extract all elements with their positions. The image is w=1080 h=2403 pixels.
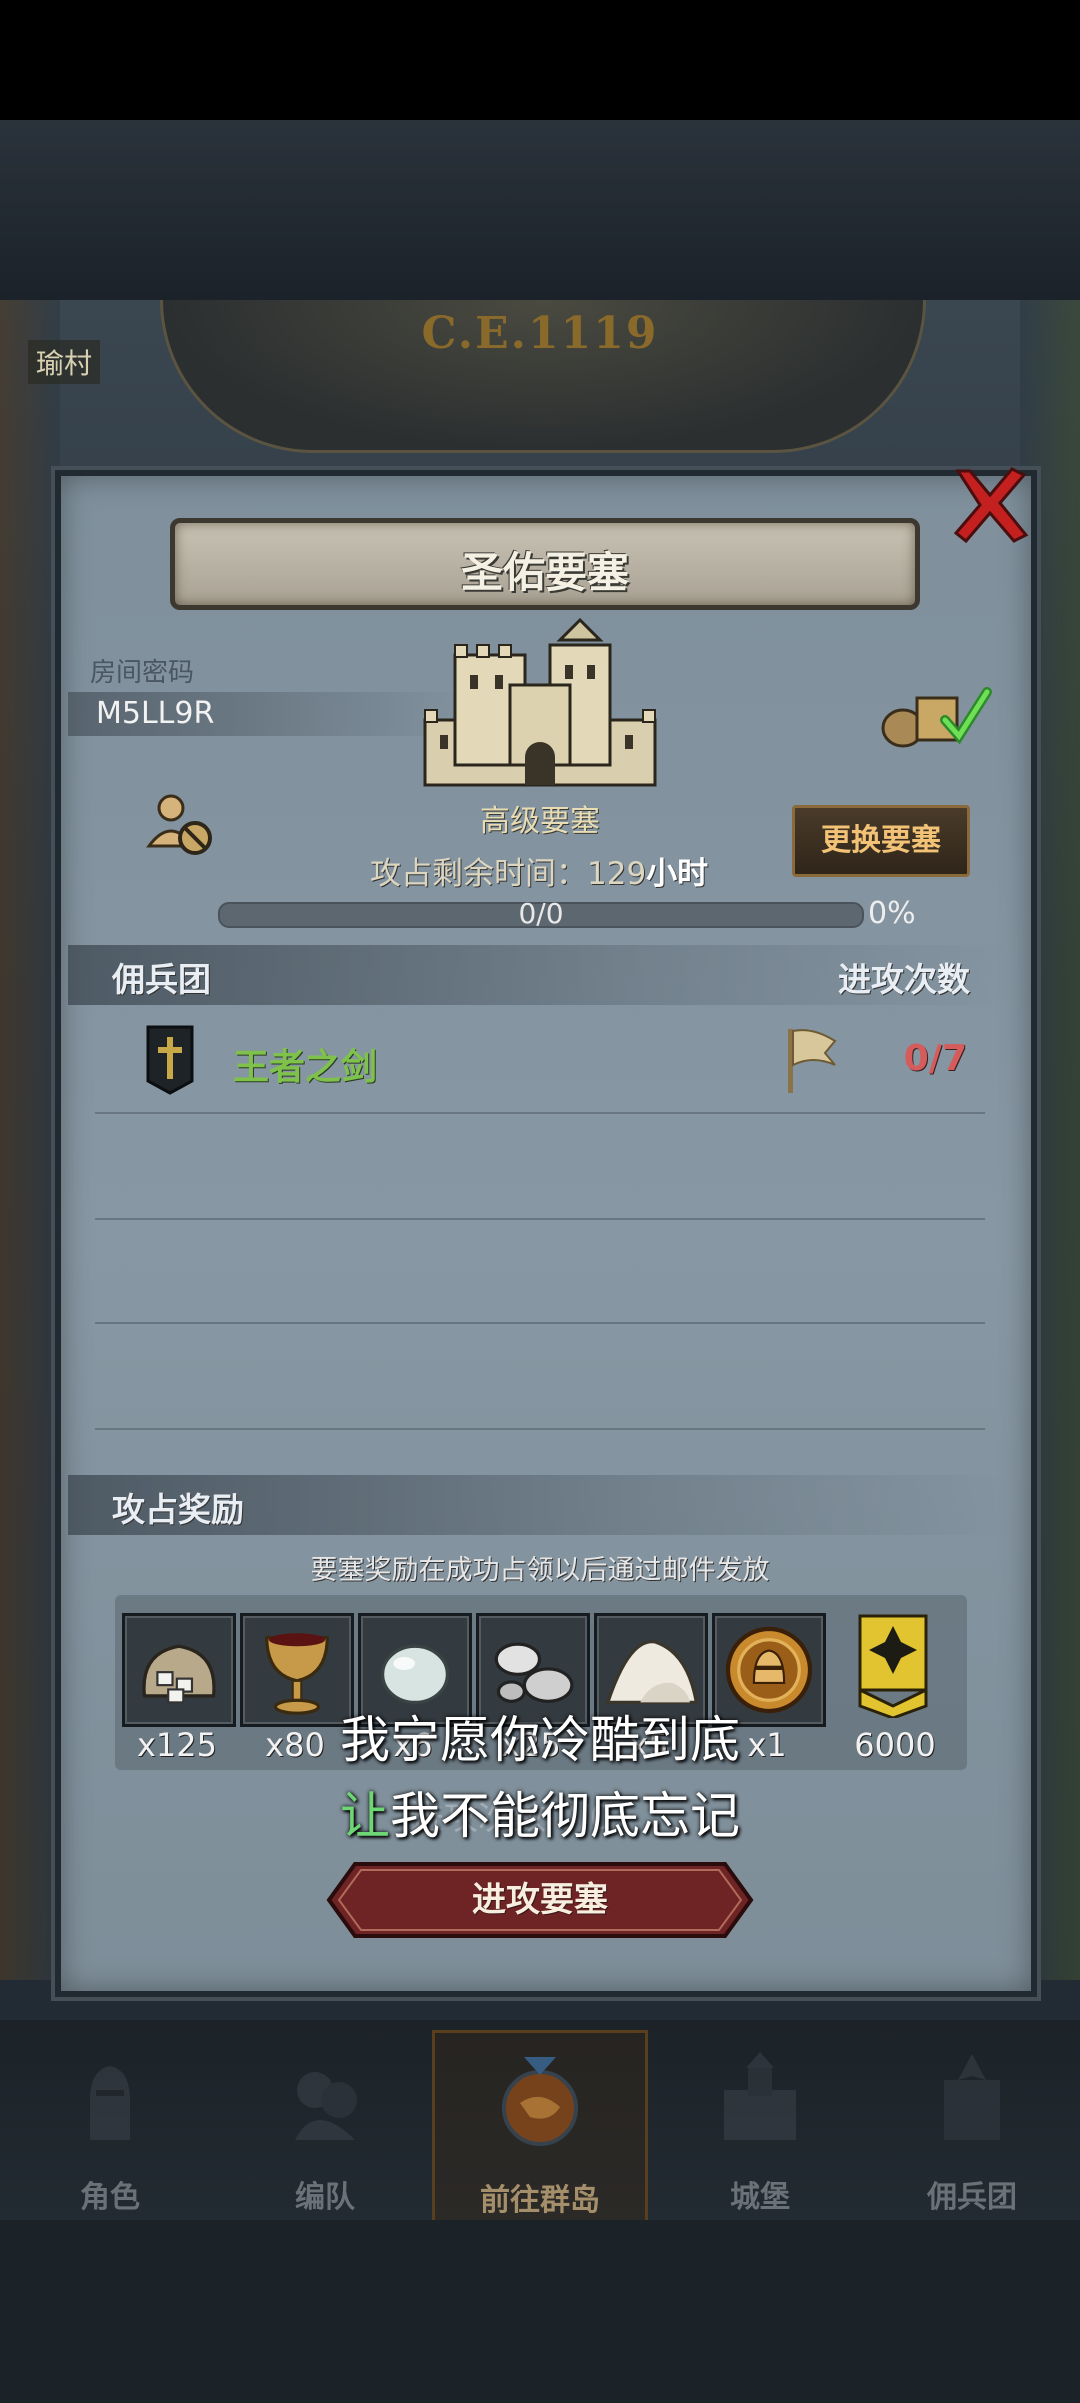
nav-item-islands[interactable]: 前往群岛 xyxy=(432,2030,648,2226)
time-left-value: 129 xyxy=(587,856,647,892)
member-disabled-icon[interactable] xyxy=(145,790,215,860)
time-left: 攻占剩余时间：129小时 xyxy=(370,848,708,893)
dialog-title: 圣佑要塞 xyxy=(460,548,629,597)
row-divider xyxy=(95,1322,985,1324)
nav-item-formation[interactable]: 编队 xyxy=(225,2030,425,2220)
time-left-unit: 小时 xyxy=(646,856,709,892)
globe-icon xyxy=(502,2057,578,2146)
nav-label: 城堡 xyxy=(730,2180,790,2215)
top-band xyxy=(0,120,1080,300)
title-plate: 圣佑要塞 xyxy=(170,518,920,610)
close-icon[interactable] xyxy=(950,465,1030,545)
era-label: C.E.1119 xyxy=(421,308,659,359)
capture-progress-text: 0/0 xyxy=(518,897,564,930)
guild-row[interactable]: 王者之剑 0/7 xyxy=(68,1010,1012,1110)
nav-item-character[interactable]: 角色 xyxy=(10,2030,210,2220)
subtitle-highlight: 让 xyxy=(340,1787,390,1845)
reward-header: 攻占奖励 xyxy=(112,1490,244,1529)
mercenary-header: 佣兵团 xyxy=(112,960,211,999)
reward-note: 要塞奖励在成功占领以后通过邮件发放 xyxy=(310,1555,770,1586)
capture-progress-bar: 0/0 xyxy=(218,897,864,930)
attack-count-header: 进攻次数 xyxy=(838,960,970,999)
castle-icon xyxy=(423,617,657,787)
row-divider xyxy=(95,1218,985,1220)
reward-claimed-icon[interactable] xyxy=(875,680,995,750)
nav-label: 编队 xyxy=(295,2180,355,2215)
mercenary-icon xyxy=(944,2054,1000,2140)
subtitle-line-1: 我宁愿你冷酷到底 xyxy=(340,1711,740,1769)
room-code-label: 房间密码 xyxy=(90,658,195,688)
attack-fortress-button[interactable]: 进攻要塞 xyxy=(325,1860,755,1940)
bottom-gesture-area xyxy=(0,2220,1080,2403)
village-label: 瑜村 xyxy=(28,340,101,384)
swap-fortress-button[interactable]: 更换要塞 xyxy=(792,805,970,877)
nav-label: 佣兵团 xyxy=(927,2180,1017,2215)
room-code[interactable]: M5LL9R xyxy=(96,696,214,731)
capture-progress-percent: 0% xyxy=(868,896,916,931)
row-divider xyxy=(95,1112,985,1114)
guild-banner-icon xyxy=(146,1025,194,1095)
nav-label: 前往群岛 xyxy=(480,2183,600,2218)
guild-name: 王者之剑 xyxy=(233,1047,378,1088)
nav-item-mercenary[interactable]: 佣兵团 xyxy=(872,2030,1072,2220)
nav-item-castle[interactable]: 城堡 xyxy=(660,2030,860,2220)
status-bar-blank xyxy=(0,0,1080,120)
time-left-label: 攻占剩余时间： xyxy=(370,856,587,892)
knight-icon xyxy=(90,2066,130,2140)
subtitle-line-2: 让我不能彻底忘记 xyxy=(0,1776,1080,1848)
castle-icon xyxy=(724,2052,796,2140)
nav-label: 角色 xyxy=(80,2180,140,2215)
formation-icon xyxy=(295,2072,357,2140)
subtitle-rest: 我不能彻底忘记 xyxy=(390,1787,740,1845)
flag-icon xyxy=(788,1029,837,1093)
row-divider xyxy=(95,1428,985,1430)
guild-attack-count: 0/7 xyxy=(903,1038,967,1079)
